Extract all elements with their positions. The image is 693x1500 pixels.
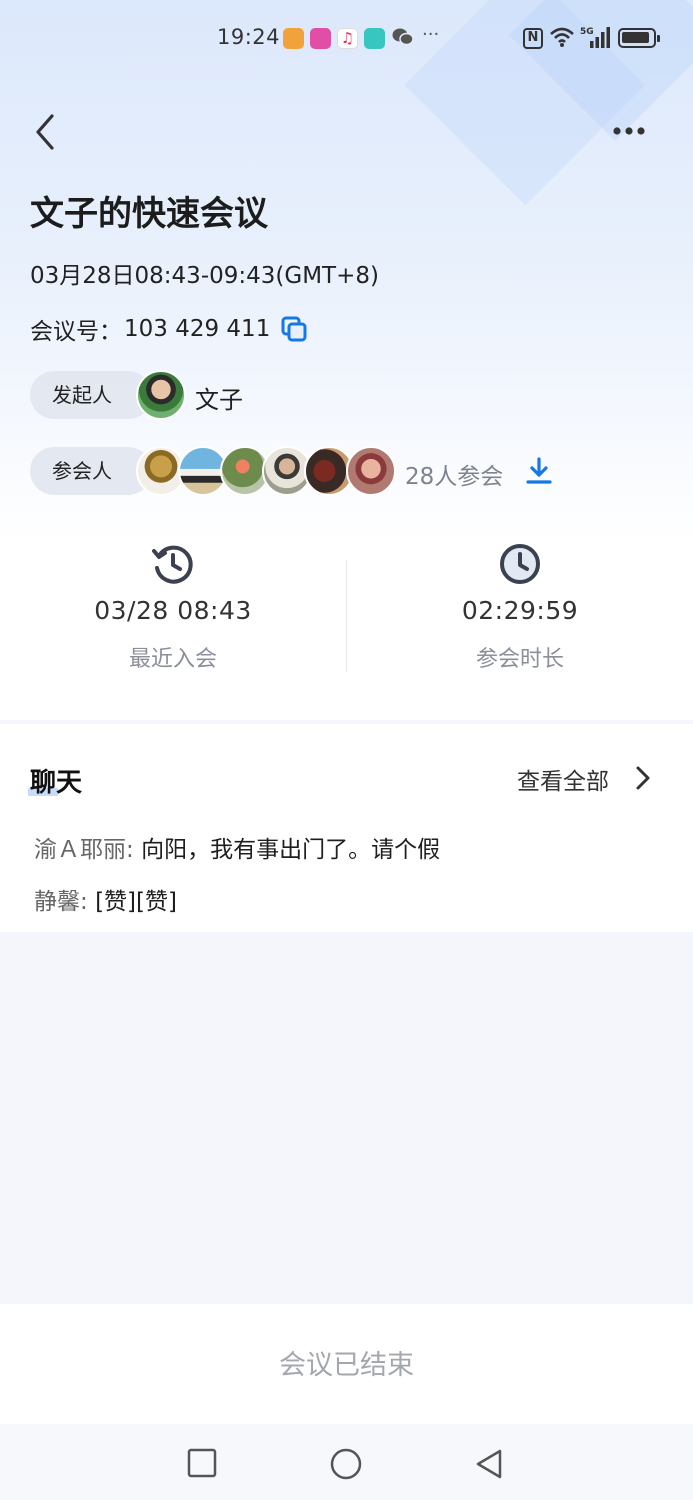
more-icon bbox=[613, 127, 645, 135]
recent-join-value: 03/28 08:43 bbox=[94, 596, 252, 625]
back-button[interactable] bbox=[28, 110, 64, 154]
meeting-id-row: 会议号： 103 429 411 bbox=[30, 312, 308, 346]
duration-stat: 02:29:59 参会时长 bbox=[347, 520, 693, 673]
host-label-pill: 发起人 bbox=[30, 371, 152, 419]
wechat-icon bbox=[392, 27, 414, 52]
chat-text: 向阳，我有事出门了。请个假 bbox=[141, 837, 441, 863]
chat-message: 静馨: [赞][赞] bbox=[34, 882, 177, 916]
chat-title: 聊天 bbox=[30, 768, 83, 798]
shield-app-icon bbox=[283, 28, 304, 49]
status-bar: 19:24 ♫ ··· N 5G bbox=[0, 0, 693, 78]
history-clock-icon bbox=[152, 545, 193, 584]
meeting-ended-text: 会议已结束 bbox=[279, 1350, 414, 1381]
nfc-icon: N bbox=[523, 28, 543, 49]
chat-sender: 静馨: bbox=[34, 889, 96, 915]
meeting-title: 文子的快速会议 bbox=[30, 194, 268, 234]
status-time: 19:24 bbox=[217, 25, 281, 49]
recent-apps-icon[interactable] bbox=[187, 1448, 217, 1478]
host-name: 文子 bbox=[195, 386, 243, 414]
meeting-id-label: 会议号： bbox=[30, 319, 122, 345]
recent-join-stat: 03/28 08:43 最近入会 bbox=[0, 520, 346, 673]
participants-count[interactable]: 28人参会 bbox=[405, 457, 503, 491]
more-menu-button[interactable] bbox=[606, 116, 654, 146]
status-more-icon: ··· bbox=[422, 24, 440, 45]
host-avatar[interactable] bbox=[136, 370, 186, 420]
participants-label-pill: 参会人 bbox=[30, 447, 152, 495]
system-nav-bar bbox=[0, 1424, 693, 1500]
duration-label: 参会时长 bbox=[475, 647, 564, 672]
battery-icon bbox=[618, 28, 660, 48]
meeting-time-range: 03月28日08:43-09:43(GMT+8) bbox=[30, 263, 379, 289]
duration-value: 02:29:59 bbox=[461, 596, 579, 625]
participant-avatar[interactable] bbox=[346, 446, 396, 496]
svg-text:5G: 5G bbox=[580, 27, 594, 37]
clock-icon bbox=[500, 544, 540, 584]
nav-back-icon[interactable] bbox=[474, 1448, 504, 1480]
chat-message: 渝Ａ耶丽: 向阳，我有事出门了。请个假 bbox=[34, 830, 440, 864]
copy-icon[interactable] bbox=[280, 315, 308, 343]
book-app-icon bbox=[364, 28, 385, 49]
recent-join-label: 最近入会 bbox=[128, 647, 217, 672]
battery-level bbox=[622, 32, 649, 43]
chevron-right-icon[interactable] bbox=[632, 764, 654, 792]
chat-sender: 渝Ａ耶丽: bbox=[34, 837, 142, 863]
view-all-link[interactable]: 查看全部 bbox=[517, 762, 609, 796]
chat-card: 聊天 查看全部 渝Ａ耶丽: 向阳，我有事出门了。请个假 静馨: [赞][赞] bbox=[0, 724, 693, 932]
chat-text: [赞][赞] bbox=[95, 889, 177, 915]
home-icon[interactable] bbox=[330, 1448, 362, 1480]
download-icon[interactable] bbox=[524, 456, 554, 486]
back-arrow-icon bbox=[36, 114, 54, 150]
music-app-icon: ♫ bbox=[337, 28, 358, 49]
wifi-icon bbox=[549, 26, 575, 52]
meeting-id-value: 103 429 411 bbox=[124, 316, 271, 342]
video-app-icon bbox=[310, 28, 331, 49]
meeting-ended-bar: 会议已结束 bbox=[0, 1304, 693, 1424]
signal-icon: 5G bbox=[580, 26, 614, 54]
meeting-stats: 03/28 08:43 最近入会 02:29:59 参会时长 bbox=[0, 520, 693, 710]
